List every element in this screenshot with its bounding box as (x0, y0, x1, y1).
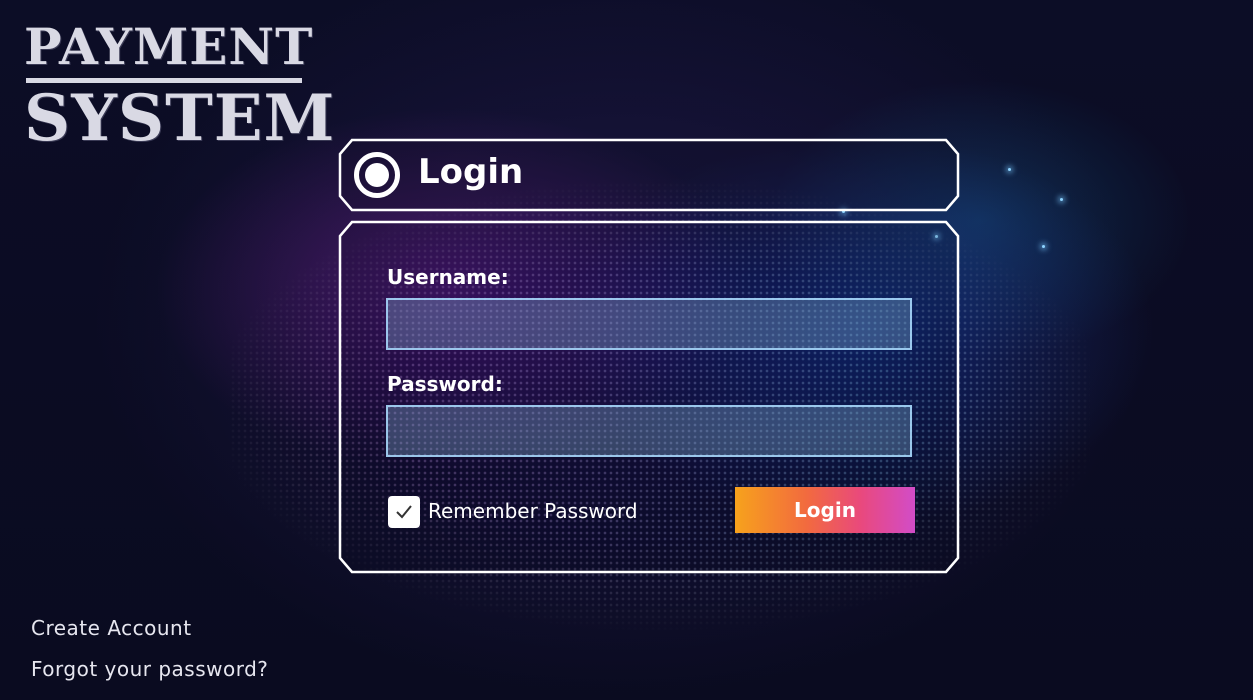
login-title: Login (418, 152, 524, 192)
checkmark-icon (396, 505, 412, 519)
brand-line-1: PAYMENT (24, 17, 314, 76)
brand-line-2: SYSTEM (24, 81, 336, 156)
star-glow (1042, 245, 1045, 248)
login-header: Login (338, 138, 960, 212)
star-glow (1008, 168, 1011, 171)
password-input[interactable] (386, 405, 912, 457)
login-button[interactable]: Login (735, 487, 915, 533)
create-account-link[interactable]: Create Account (31, 616, 192, 640)
brand-logo: PAYMENT SYSTEM (24, 17, 336, 156)
username-label: Username: (387, 265, 509, 289)
password-label: Password: (387, 372, 503, 396)
forgot-password-link[interactable]: Forgot your password? (31, 657, 268, 681)
remember-password-label[interactable]: Remember Password (428, 499, 638, 523)
star-glow (1060, 198, 1063, 201)
remember-password-checkbox[interactable] (388, 496, 420, 528)
username-input[interactable] (386, 298, 912, 350)
radio-circle-icon (354, 152, 400, 198)
